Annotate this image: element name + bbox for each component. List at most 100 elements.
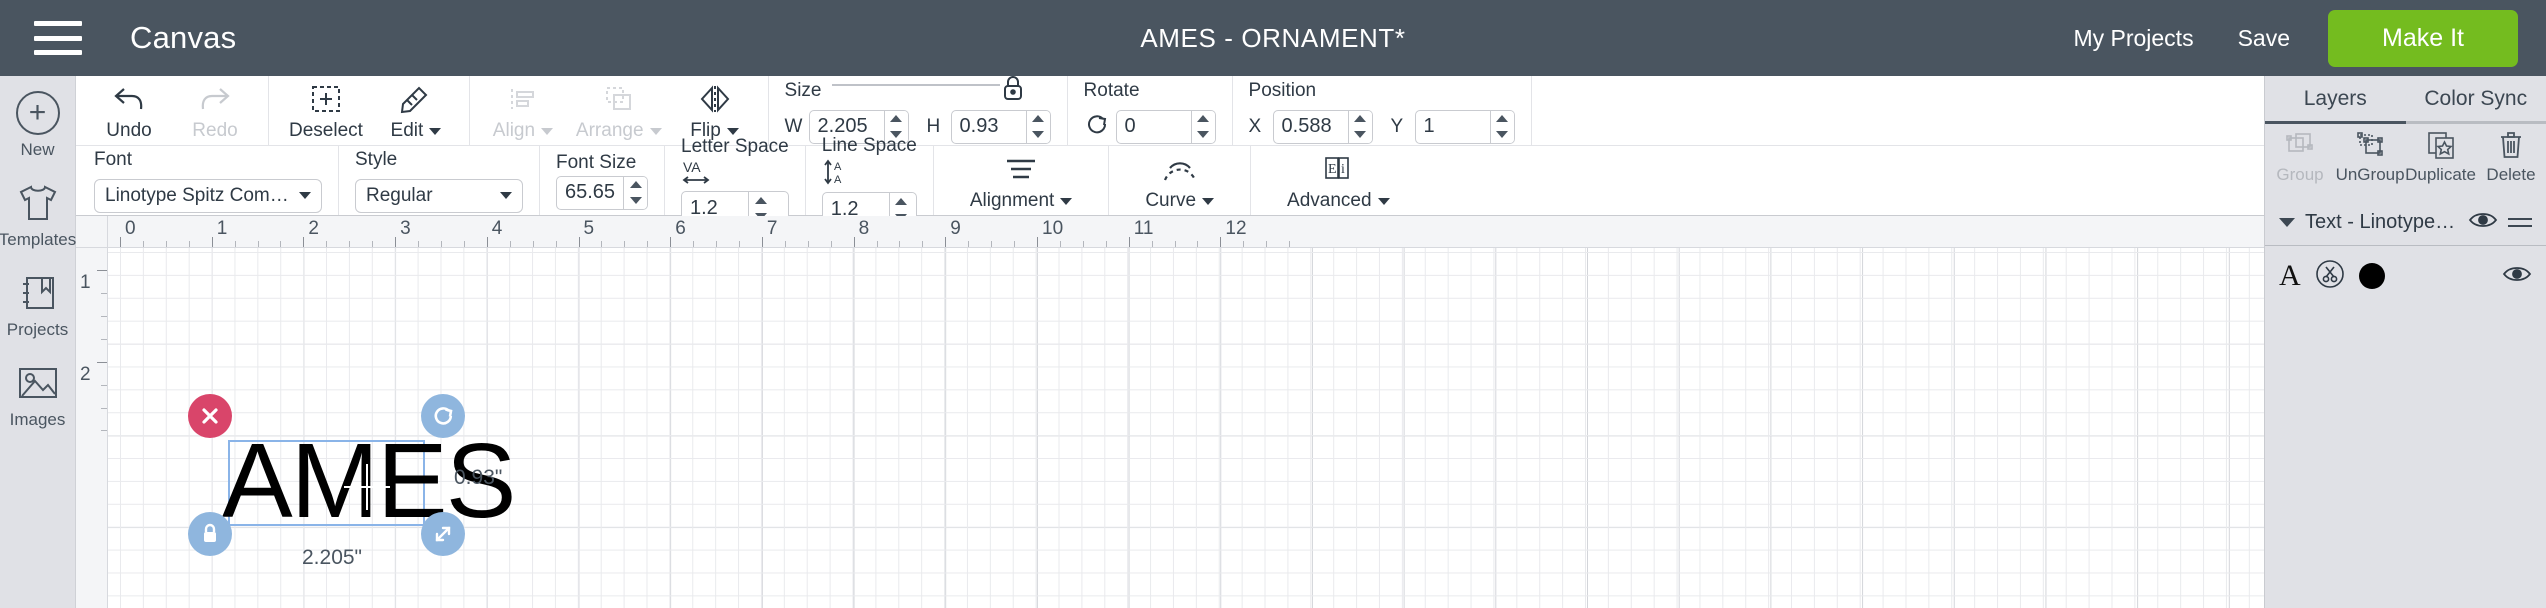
chevron-down-icon[interactable] (1060, 197, 1073, 205)
position-fields: X Y (1249, 109, 1515, 144)
font-size-input[interactable] (557, 176, 623, 209)
ruler-label: 7 (766, 218, 778, 239)
ruler-tick-minor (899, 241, 901, 247)
my-projects-link[interactable]: My Projects (2051, 25, 2215, 52)
layer-group-header[interactable]: Text - Linotype Spitz Co... (2265, 200, 2546, 246)
height-stepper-up[interactable] (1027, 111, 1050, 127)
line-space-icon: A A (822, 159, 850, 191)
advanced-button[interactable]: E i Advanced (1277, 146, 1400, 212)
font-select[interactable]: Linotype Spitz Com Light (94, 178, 322, 213)
history-group: Undo Redo (76, 76, 269, 145)
width-stepper-up[interactable] (885, 111, 908, 127)
rotate-handle[interactable] (421, 394, 465, 438)
chevron-down-icon[interactable] (649, 127, 662, 135)
position-label: Position (1248, 79, 1317, 101)
rail-item-templates[interactable]: Templates (0, 180, 76, 250)
svg-text:E: E (1328, 162, 1337, 177)
chevron-down-icon (500, 192, 512, 199)
save-button[interactable]: Save (2216, 25, 2312, 52)
ruler-label: 6 (675, 218, 686, 239)
letter-space-icon: VA (681, 159, 711, 190)
lock-closed-icon[interactable] (1002, 75, 1024, 107)
undo-button[interactable]: Undo (86, 76, 172, 142)
make-it-button[interactable]: Make It (2328, 9, 2518, 67)
cut-scissors-icon[interactable] (2315, 259, 2345, 294)
rotate-stepper-up[interactable] (1192, 111, 1215, 127)
delete-button[interactable]: Delete (2476, 128, 2546, 185)
height-stepper[interactable] (1025, 110, 1050, 143)
curve-button[interactable]: Curve (1135, 146, 1224, 212)
lock-handle[interactable] (188, 512, 232, 556)
rotate-input[interactable] (1116, 110, 1191, 143)
x-stepper[interactable] (1347, 110, 1372, 143)
x-input[interactable] (1273, 110, 1348, 143)
ruler-tick-minor (807, 241, 809, 247)
ruler-tick-minor (372, 241, 374, 247)
triangle-down-icon[interactable] (2279, 218, 2295, 227)
font-size-stepper-up[interactable] (624, 177, 647, 193)
duplicate-button[interactable]: Duplicate (2405, 128, 2476, 185)
y-stepper-up[interactable] (1491, 111, 1514, 127)
y-stepper[interactable] (1489, 110, 1514, 143)
ruler-tick (1220, 237, 1222, 247)
resize-handle[interactable] (421, 512, 465, 556)
font-size-stepper-down[interactable] (624, 193, 647, 209)
align-icon (508, 82, 538, 116)
toolbar-primary: Undo Redo Deselect Edit Align Arrange Fl… (76, 75, 2264, 146)
height-input[interactable] (951, 110, 1026, 143)
letter-space-stepper-up[interactable] (749, 192, 772, 208)
redo-button[interactable]: Redo (172, 76, 258, 142)
arrange-button[interactable]: Arrange (566, 76, 672, 142)
align-button[interactable]: Align (480, 76, 566, 142)
trash-icon (2498, 128, 2524, 162)
chevron-down-icon[interactable] (429, 127, 442, 135)
y-input-wrap[interactable] (1414, 109, 1515, 144)
rotate-input-wrap[interactable] (1115, 109, 1216, 144)
rotate-stepper-down[interactable] (1192, 127, 1215, 143)
height-input-wrap[interactable] (950, 109, 1051, 144)
rail-item-projects[interactable]: Projects (0, 270, 76, 340)
rotate-group: Rotate (1068, 76, 1233, 145)
chevron-down-icon[interactable] (1202, 197, 1215, 205)
rail-item-images[interactable]: Images (0, 360, 76, 430)
y-axis-label: Y (1390, 115, 1404, 137)
hamburger-menu-icon[interactable] (34, 21, 82, 55)
ruler-tick-minor (280, 241, 282, 247)
hamburger-small-icon[interactable] (2508, 218, 2532, 227)
ruler-tick (120, 237, 121, 247)
flip-button[interactable]: Flip (672, 76, 758, 142)
x-stepper-down[interactable] (1349, 127, 1372, 143)
delete-handle[interactable] (188, 394, 232, 438)
edit-button[interactable]: Edit (373, 76, 459, 142)
line-space-stepper-up[interactable] (890, 193, 913, 209)
list-item[interactable]: A (2265, 246, 2546, 306)
advanced-label-text: Advanced (1287, 190, 1372, 211)
style-select[interactable]: Regular (355, 178, 523, 213)
x-stepper-up[interactable] (1349, 111, 1372, 127)
x-input-wrap[interactable] (1272, 109, 1373, 144)
alignment-button[interactable]: Alignment (960, 146, 1083, 212)
y-input[interactable] (1415, 110, 1490, 143)
font-size-input-wrap[interactable] (556, 175, 648, 210)
ruler-label: 9 (950, 218, 961, 239)
font-label: Font (94, 148, 133, 170)
triangle-up-icon (1032, 115, 1045, 122)
font-size-stepper[interactable] (623, 176, 647, 209)
y-stepper-down[interactable] (1491, 127, 1514, 143)
chevron-down-icon[interactable] (726, 127, 739, 135)
rotate-stepper[interactable] (1190, 110, 1215, 143)
design-canvas[interactable]: AMES 2.205" 0.93" 12 0 1 2 3 4 5 6 7 8 9 10 11 12 (76, 216, 2264, 608)
ungroup-button[interactable]: UnGroup (2335, 128, 2405, 185)
rail-item-new[interactable]: + New (0, 90, 76, 160)
tab-color-sync[interactable]: Color Sync (2405, 76, 2546, 124)
size-label: Size (784, 79, 822, 101)
eye-icon[interactable] (2468, 210, 2498, 235)
chevron-down-icon[interactable] (541, 127, 554, 135)
deselect-button[interactable]: Deselect (279, 76, 373, 142)
eye-icon[interactable] (2502, 264, 2532, 289)
group-button[interactable]: Group (2265, 128, 2335, 185)
layer-color-swatch[interactable] (2358, 263, 2385, 289)
height-stepper-down[interactable] (1027, 127, 1050, 143)
chevron-down-icon[interactable] (1377, 197, 1390, 205)
tab-layers[interactable]: Layers (2265, 76, 2406, 124)
